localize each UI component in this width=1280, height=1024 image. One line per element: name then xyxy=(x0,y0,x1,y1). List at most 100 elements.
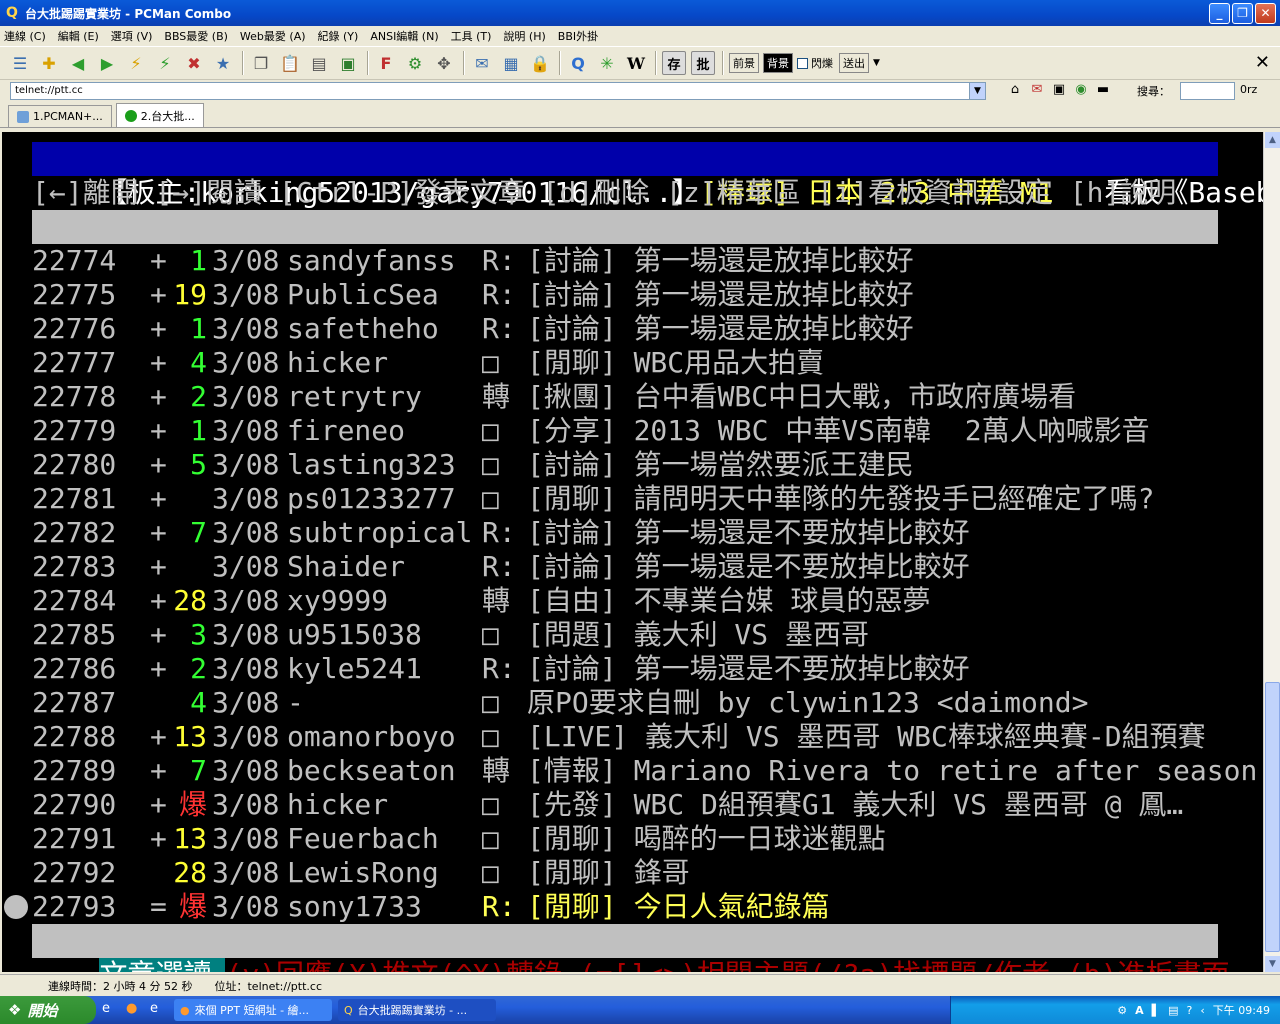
search-label: 搜尋： xyxy=(1137,85,1170,98)
screenshot-icon[interactable]: ▣ xyxy=(336,51,360,75)
post-author: xy9999 xyxy=(287,584,389,617)
tab-pcman[interactable]: 1.PCMAN+... xyxy=(8,105,112,127)
search-input[interactable] xyxy=(1180,82,1235,100)
maximize-button[interactable]: ❐ xyxy=(1232,2,1253,24)
minimize-button[interactable]: _ xyxy=(1209,2,1230,24)
network-icon[interactable]: ⚙ xyxy=(1117,1004,1127,1017)
post-number: 22778 xyxy=(32,380,117,413)
save-icon[interactable]: 存 xyxy=(662,51,686,75)
site-list-icon[interactable]: ☰ xyxy=(8,51,32,75)
post-push-count: 7 xyxy=(173,516,207,549)
copy-icon[interactable]: ❐ xyxy=(249,51,273,75)
post-push-count: 7 xyxy=(173,754,207,787)
post-number: 22777 xyxy=(32,346,117,379)
post-date: 3/08 xyxy=(212,312,280,345)
post-number: 22787 xyxy=(32,686,117,719)
post-date: 3/08 xyxy=(212,516,280,549)
paste-icon[interactable]: 📋 xyxy=(278,51,302,75)
scroll-up-icon[interactable]: ▲ xyxy=(1265,132,1280,148)
input-method-icon[interactable]: A xyxy=(1135,1004,1144,1017)
post-title: [討論] 第一場還是放掉比較好 xyxy=(527,278,914,311)
post-type: □ xyxy=(482,720,499,753)
globe-icon[interactable]: ◉ xyxy=(1072,82,1090,100)
post-type: R: xyxy=(482,312,516,345)
toolbar-separator xyxy=(559,51,561,75)
send-dropdown-icon[interactable]: ▼ xyxy=(873,58,880,68)
post-number: 22793 xyxy=(32,890,117,923)
back-arrow-icon[interactable]: ◀ xyxy=(66,51,90,75)
scroll-down-icon[interactable]: ▼ xyxy=(1265,956,1280,972)
post-author: safetheho xyxy=(287,312,439,345)
new-connection-icon[interactable]: ✚ xyxy=(37,51,61,75)
post-mark: + xyxy=(150,584,167,617)
post-type: □ xyxy=(482,346,499,379)
fullscreen-icon[interactable]: ✥ xyxy=(432,51,456,75)
search-engine-icon[interactable]: Q xyxy=(566,51,590,75)
help-icon[interactable]: ? xyxy=(1187,1004,1193,1017)
forward-arrow-icon[interactable]: ▶ xyxy=(95,51,119,75)
post-date: 3/08 xyxy=(212,788,280,821)
settings-gear-icon[interactable]: ⚙ xyxy=(403,51,427,75)
load-icon[interactable]: 批 xyxy=(691,51,715,75)
menu-log[interactable]: 紀錄 (Y) xyxy=(318,28,359,44)
menu-ansi-edit[interactable]: ANSI編輯 (N) xyxy=(370,28,438,44)
terminal-screen[interactable]: 【板主:korking52013/gary790116/cl..】[棒球] 日本… xyxy=(2,132,1263,972)
window-title: 台大批踢踢實業坊 - PCMan Combo xyxy=(25,6,232,21)
task-firefox[interactable]: ● 來個 PPT 短網址 - 繪... xyxy=(174,999,332,1021)
post-date: 3/08 xyxy=(212,720,280,753)
tab-ptt[interactable]: 2.台大批... xyxy=(115,103,204,127)
keyboard-icon[interactable]: ▤ xyxy=(1168,1004,1178,1017)
ansi-icon[interactable]: ▦ xyxy=(499,51,523,75)
search-mode-dropdown[interactable]: 0rz xyxy=(1240,83,1257,96)
task-pcman[interactable]: Q 台大批踢踢實業坊 - ... xyxy=(338,999,496,1021)
close-tab-icon[interactable]: ✖ xyxy=(182,51,206,75)
menu-edit[interactable]: 編輯 (E) xyxy=(58,28,99,44)
home-icon[interactable]: ⌂ xyxy=(1006,82,1024,100)
start-button[interactable]: ❖ 開始 xyxy=(0,996,96,1024)
font-icon[interactable]: F xyxy=(374,51,398,75)
menu-web-favorites[interactable]: Web最愛 (A) xyxy=(240,28,306,44)
post-title: [討論] 第一場還是不要放掉比較好 xyxy=(527,652,970,685)
ime-icon[interactable]: ▌ xyxy=(1152,1004,1160,1017)
post-push-count: 13 xyxy=(173,822,207,855)
post-push-count: 1 xyxy=(173,244,207,277)
terminal-scrollbar[interactable]: ▲ ▼ xyxy=(1263,132,1280,972)
post-push-count: 2 xyxy=(173,380,207,413)
window-icon[interactable]: ▣ xyxy=(1050,82,1068,100)
ie-icon[interactable]: e xyxy=(102,1001,120,1019)
post-push-count: 4 xyxy=(173,346,207,379)
menu-connection[interactable]: 連線 (C) xyxy=(4,28,46,44)
address-field[interactable]: telnet://ptt.cc ▼ xyxy=(10,82,986,100)
toolbar-separator xyxy=(722,51,724,75)
send-button[interactable]: 送出 xyxy=(839,53,869,73)
post-title: [閒聊] 喝醉的一日球迷觀點 xyxy=(527,822,886,855)
tray-arrow-icon[interactable]: ‹ xyxy=(1200,1004,1204,1017)
blink-checkbox[interactable] xyxy=(797,57,808,69)
post-number: 22779 xyxy=(32,414,117,447)
copy-with-color-icon[interactable]: ▤ xyxy=(307,51,331,75)
background-color-button[interactable]: 背景 xyxy=(763,53,793,73)
plugin-star-icon[interactable]: ✳ xyxy=(595,51,619,75)
firefox-icon[interactable]: ● xyxy=(126,1001,144,1019)
menu-bbs-favorites[interactable]: BBS最愛 (B) xyxy=(164,28,228,44)
disconnect-icon[interactable]: ⚡ xyxy=(124,51,148,75)
wikipedia-icon[interactable]: W xyxy=(624,51,648,75)
menu-tools[interactable]: 工具 (T) xyxy=(451,28,492,44)
foreground-color-button[interactable]: 前景 xyxy=(729,53,759,73)
post-title: [討論] 第一場還是放掉比較好 xyxy=(527,312,914,345)
scroll-thumb[interactable] xyxy=(1265,682,1280,952)
disk-icon[interactable]: ▬ xyxy=(1094,82,1112,100)
reconnect-icon[interactable]: ⚡ xyxy=(153,51,177,75)
browser-icon[interactable]: e xyxy=(150,1001,168,1019)
add-favorite-icon[interactable]: ★ xyxy=(211,51,235,75)
menu-options[interactable]: 選項 (V) xyxy=(111,28,153,44)
close-button[interactable]: ✕ xyxy=(1255,2,1276,24)
address-dropdown-icon[interactable]: ▼ xyxy=(969,83,985,99)
lock-icon[interactable]: 🔒 xyxy=(528,51,552,75)
mail-shield-icon[interactable]: ✉ xyxy=(1028,82,1046,100)
close-toolbar-icon[interactable]: ✕ xyxy=(1255,52,1270,73)
menu-help[interactable]: 說明 (H) xyxy=(503,28,545,44)
mail-icon[interactable]: ✉ xyxy=(470,51,494,75)
menu-bbi-plugin[interactable]: BBI外掛 xyxy=(558,28,598,44)
task-label: 來個 PPT 短網址 - 繪... xyxy=(194,1004,310,1017)
